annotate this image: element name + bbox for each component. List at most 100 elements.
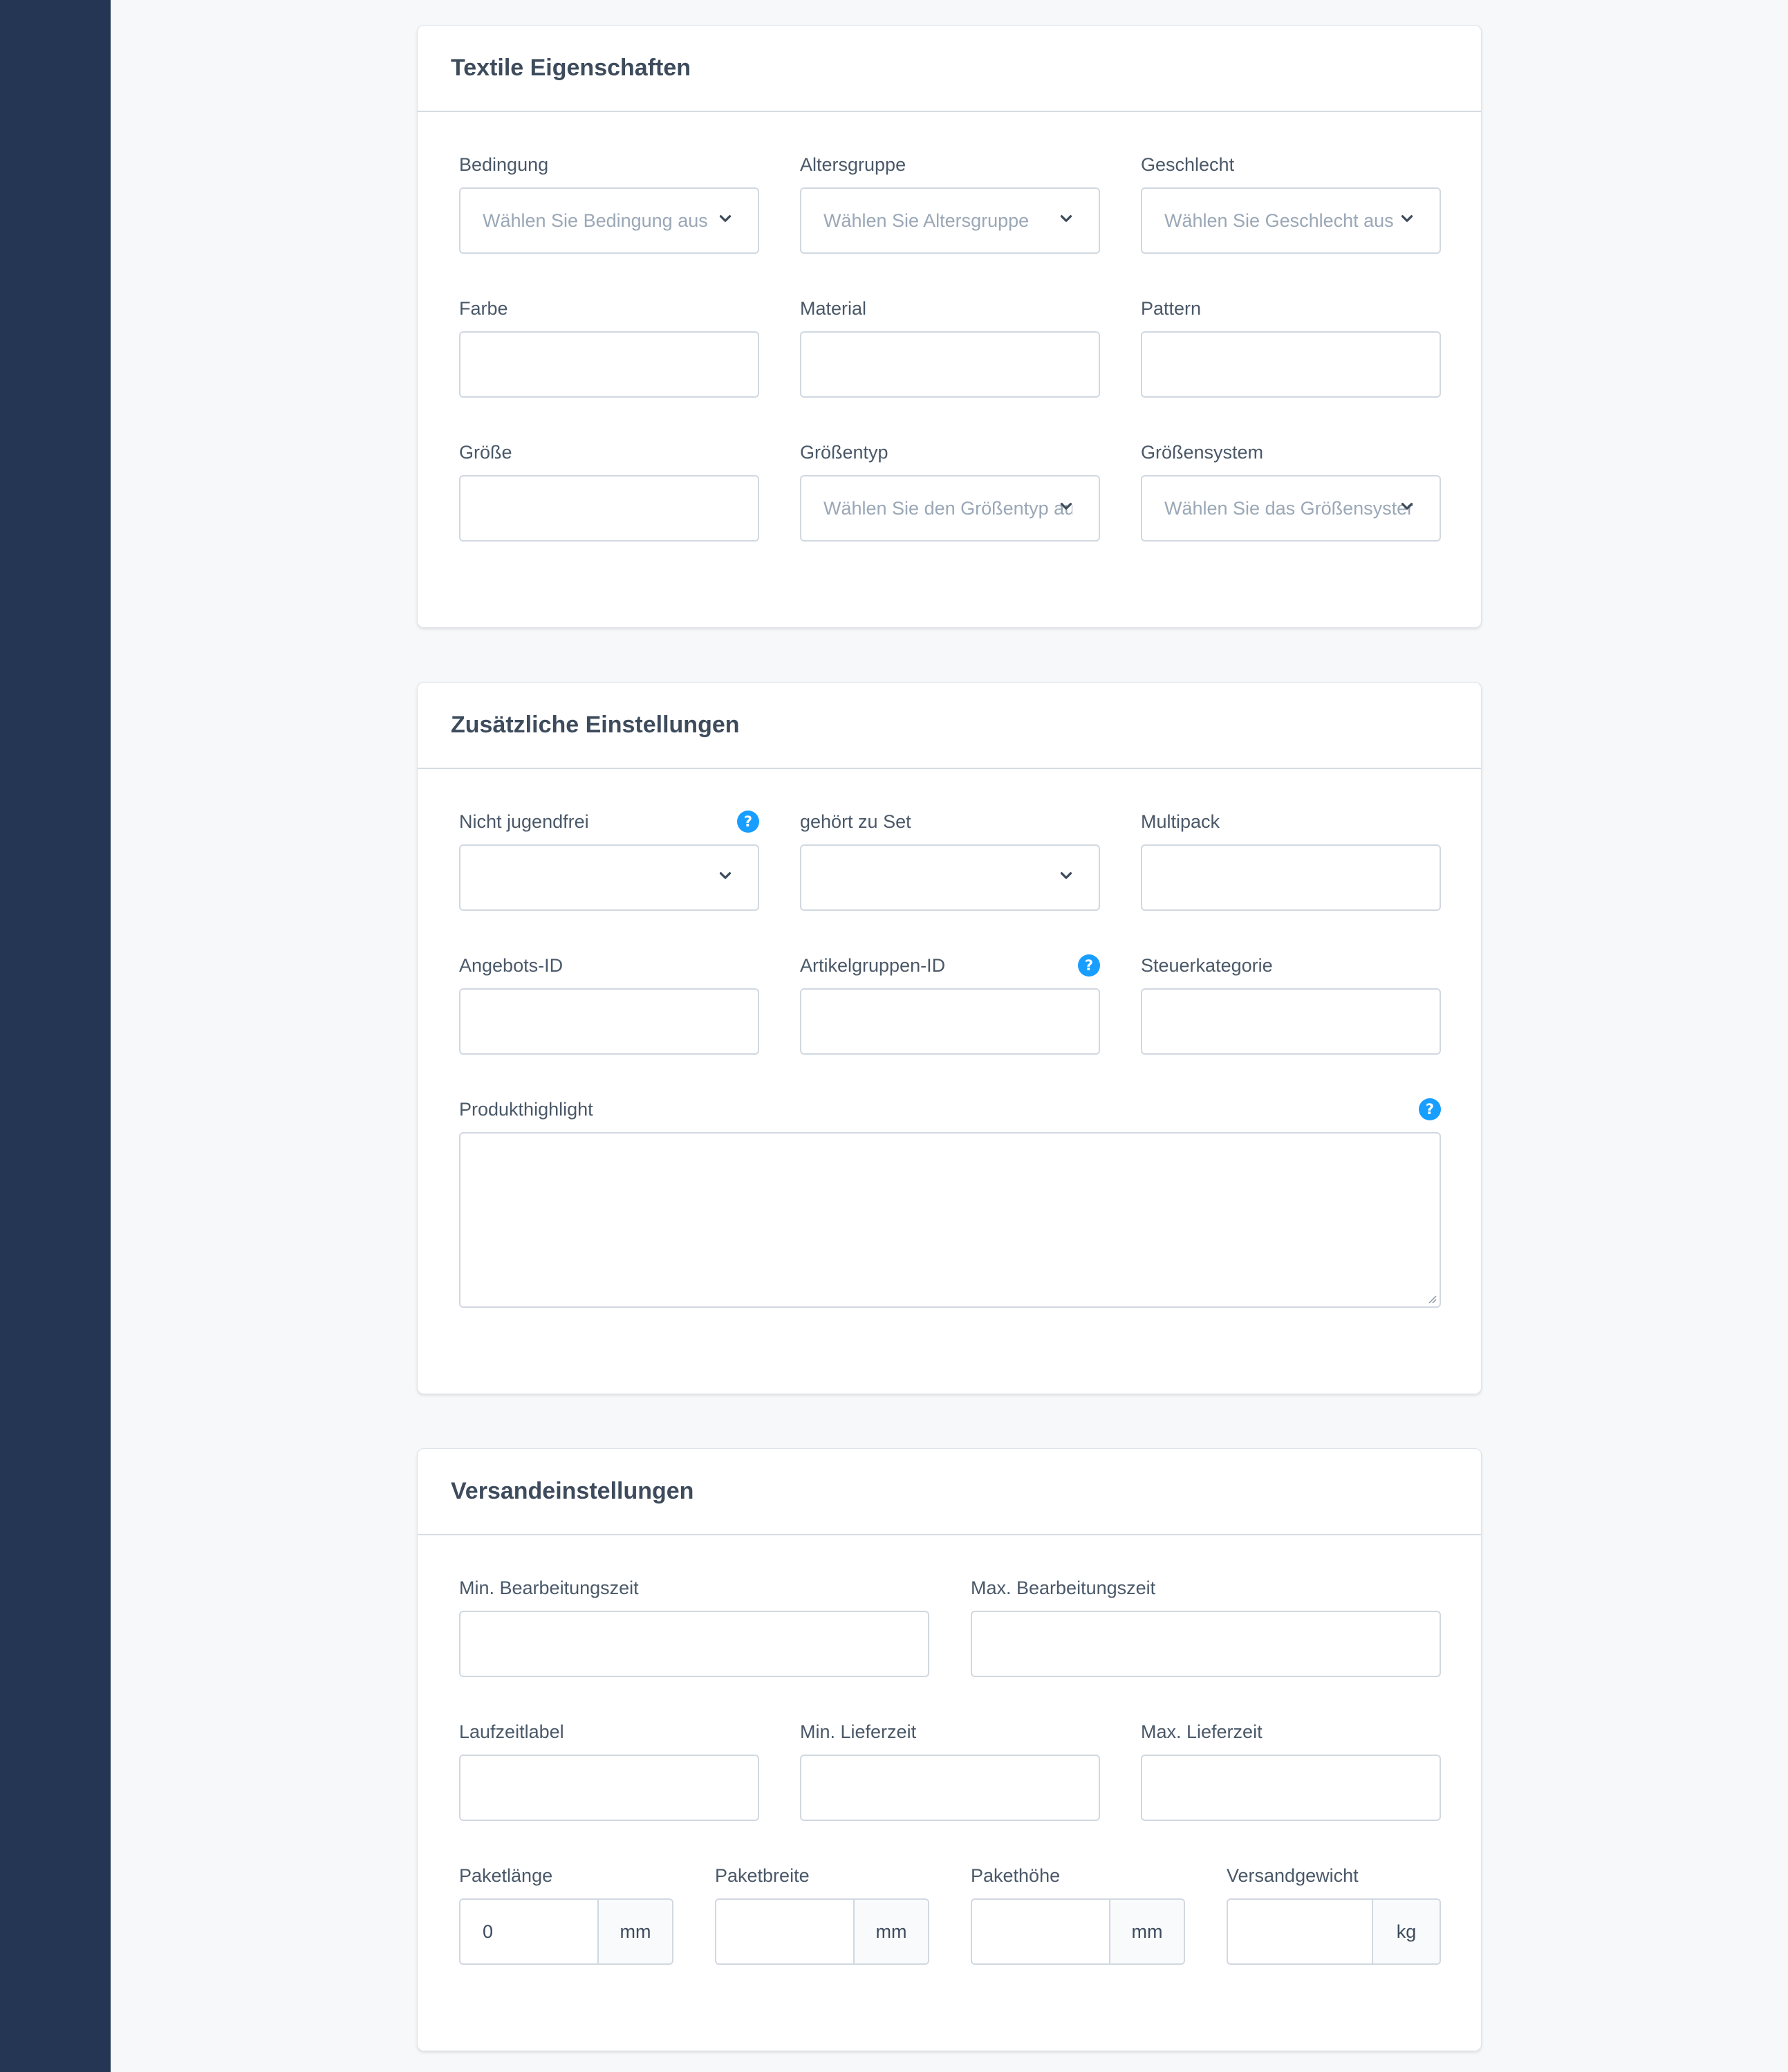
length-input[interactable]: 0 (460, 1900, 597, 1963)
min-transit-field: Min. Lieferzeit (800, 1721, 1100, 1822)
length-input-group: 0 mm (459, 1898, 673, 1965)
transit-label-input[interactable] (459, 1755, 759, 1821)
item-group-id-field: Artikelgruppen-ID ? (800, 954, 1100, 1056)
width-label: Paketbreite (715, 1865, 810, 1886)
width-input[interactable] (716, 1900, 853, 1963)
product-highlight-textarea[interactable] (459, 1132, 1441, 1308)
height-field: Pakethöhe mm (971, 1865, 1185, 1966)
multipack-field: Multipack (1141, 811, 1441, 912)
size-field: Größe (459, 442, 759, 543)
length-unit: mm (597, 1900, 672, 1963)
pattern-input[interactable] (1141, 331, 1441, 398)
max-handling-label: Max. Bearbeitungszeit (971, 1578, 1156, 1598)
weight-input[interactable] (1228, 1900, 1372, 1963)
resize-handle-icon[interactable] (1427, 1294, 1437, 1304)
condition-field: Bedingung Wählen Sie Bedingung aus (459, 154, 759, 255)
width-unit: mm (853, 1900, 928, 1963)
adult-select[interactable] (459, 844, 759, 911)
transit-label-field: Laufzeitlabel (459, 1721, 759, 1822)
tax-category-label: Steuerkategorie (1141, 955, 1273, 976)
weight-label: Versandgewicht (1227, 1865, 1359, 1886)
help-icon[interactable]: ? (737, 811, 759, 833)
material-field: Material (800, 298, 1100, 399)
size-type-placeholder: Wählen Sie den Größentyp aus (823, 498, 1072, 519)
min-handling-field: Min. Bearbeitungszeit (459, 1578, 929, 1678)
weight-input-group: kg (1227, 1898, 1441, 1965)
pattern-label: Pattern (1141, 298, 1202, 319)
size-type-label: Größentyp (800, 442, 888, 463)
multipack-label: Multipack (1141, 811, 1220, 832)
gender-select[interactable]: Wählen Sie Geschlecht aus (1141, 187, 1441, 254)
help-icon[interactable]: ? (1419, 1098, 1441, 1120)
min-handling-label: Min. Bearbeitungszeit (459, 1578, 639, 1598)
condition-placeholder: Wählen Sie Bedingung aus (483, 210, 708, 231)
size-system-placeholder: Wählen Sie das Größensystem (1164, 498, 1413, 519)
card-title: Versandeinstellungen (451, 1478, 694, 1504)
textile-properties-card: Textile Eigenschaften Bedingung Wählen S… (417, 25, 1482, 628)
chevron-down-icon (719, 215, 732, 222)
tax-category-field: Steuerkategorie (1141, 955, 1441, 1056)
condition-select[interactable]: Wählen Sie Bedingung aus (459, 187, 759, 254)
gender-field: Geschlecht Wählen Sie Geschlecht aus (1141, 154, 1441, 255)
max-handling-input[interactable] (971, 1611, 1441, 1677)
size-type-field: Größentyp Wählen Sie den Größentyp aus (800, 442, 1100, 543)
product-highlight-field: Produkthighlight ? (459, 1098, 1441, 1309)
height-input-group: mm (971, 1898, 1185, 1965)
adult-field: Nicht jugendfrei ? (459, 811, 759, 912)
card-header: Versandeinstellungen (418, 1449, 1481, 1535)
min-handling-input[interactable] (459, 1611, 929, 1677)
size-system-field: Größensystem Wählen Sie das Größensystem (1141, 442, 1441, 543)
chevron-down-icon (1060, 872, 1072, 879)
chevron-down-icon (1060, 215, 1072, 222)
width-input-group: mm (715, 1898, 929, 1965)
height-label: Pakethöhe (971, 1865, 1061, 1886)
max-handling-field: Max. Bearbeitungszeit (971, 1578, 1441, 1678)
is-bundle-label: gehört zu Set (800, 811, 911, 832)
max-transit-input[interactable] (1141, 1755, 1441, 1821)
color-input[interactable] (459, 331, 759, 398)
min-transit-label: Min. Lieferzeit (800, 1721, 917, 1742)
item-group-id-input[interactable] (800, 988, 1100, 1055)
age-group-label: Altersgruppe (800, 154, 906, 175)
card-title: Zusätzliche Einstellungen (451, 712, 740, 738)
size-system-select[interactable]: Wählen Sie das Größensystem (1141, 475, 1441, 542)
condition-label: Bedingung (459, 154, 549, 175)
max-transit-label: Max. Lieferzeit (1141, 1721, 1263, 1742)
material-input[interactable] (800, 331, 1100, 398)
chevron-down-icon (1401, 503, 1413, 510)
multipack-input[interactable] (1141, 844, 1441, 911)
gender-placeholder: Wählen Sie Geschlecht aus (1164, 210, 1394, 231)
max-transit-field: Max. Lieferzeit (1141, 1721, 1441, 1822)
sidebar (0, 0, 111, 2072)
is-bundle-select[interactable] (800, 844, 1100, 911)
card-header: Textile Eigenschaften (418, 26, 1481, 112)
card-title: Textile Eigenschaften (451, 55, 691, 81)
length-field: Paketlänge 0 mm (459, 1865, 673, 1966)
pattern-field: Pattern (1141, 298, 1441, 399)
gender-label: Geschlecht (1141, 154, 1235, 175)
size-input[interactable] (459, 475, 759, 542)
size-type-select[interactable]: Wählen Sie den Größentyp aus (800, 475, 1100, 542)
offer-id-label: Angebots-ID (459, 955, 564, 976)
tax-category-input[interactable] (1141, 988, 1441, 1055)
chevron-down-icon (1060, 503, 1072, 510)
product-highlight-label: Produkthighlight (459, 1099, 593, 1120)
size-system-label: Größensystem (1141, 442, 1264, 463)
additional-settings-card: Zusätzliche Einstellungen Nicht jugendfr… (417, 682, 1482, 1394)
material-label: Material (800, 298, 867, 319)
adult-label: Nicht jugendfrei (459, 811, 589, 832)
item-group-id-label: Artikelgruppen-ID (800, 955, 946, 976)
weight-field: Versandgewicht kg (1227, 1865, 1441, 1966)
height-input[interactable] (972, 1900, 1109, 1963)
offer-id-field: Angebots-ID (459, 955, 759, 1056)
length-label: Paketlänge (459, 1865, 553, 1886)
age-group-placeholder: Wählen Sie Altersgruppe (823, 210, 1030, 231)
help-icon[interactable]: ? (1078, 954, 1100, 977)
age-group-select[interactable]: Wählen Sie Altersgruppe (800, 187, 1100, 254)
size-label: Größe (459, 442, 512, 463)
offer-id-input[interactable] (459, 988, 759, 1055)
min-transit-input[interactable] (800, 1755, 1100, 1821)
chevron-down-icon (719, 872, 732, 879)
is-bundle-field: gehört zu Set (800, 811, 1100, 912)
card-header: Zusätzliche Einstellungen (418, 683, 1481, 769)
